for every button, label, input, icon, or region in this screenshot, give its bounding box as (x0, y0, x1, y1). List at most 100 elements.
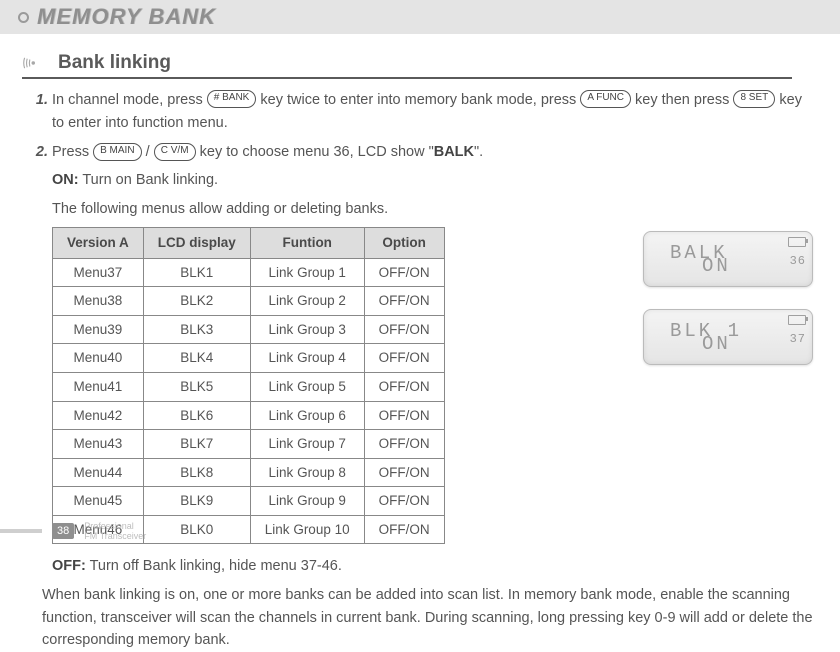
step1-text-a: In channel mode, press (52, 92, 207, 108)
table-cell: BLK8 (143, 458, 250, 487)
table-cell: OFF/ON (364, 430, 444, 459)
on-text: Turn on Bank linking. (79, 172, 218, 188)
table-cell: Menu42 (53, 401, 144, 430)
table-cell: Link Group 4 (250, 344, 364, 373)
table-cell: Link Group 3 (250, 315, 364, 344)
table-cell: OFF/ON (364, 458, 444, 487)
table-cell: Link Group 10 (250, 515, 364, 544)
table-cell: OFF/ON (364, 258, 444, 287)
step2-text-a: Press (52, 144, 93, 160)
table-cell: BLK7 (143, 430, 250, 459)
lcd-b-num: 37 (790, 330, 806, 349)
table-cell: OFF/ON (364, 315, 444, 344)
off-text: Turn off Bank linking, hide menu 37-46. (86, 558, 342, 574)
key-main-icon: B MAIN (93, 143, 141, 161)
table-cell: OFF/ON (364, 401, 444, 430)
table-cell: BLK6 (143, 401, 250, 430)
table-row: Menu40BLK4Link Group 4OFF/ON (53, 344, 445, 373)
step1-text-b: key twice to enter into memory bank mode… (260, 92, 580, 108)
page-number: 38 (52, 523, 74, 539)
page-footer: 38 Professional FM Transceiver (0, 521, 146, 541)
footer-sub1: Professional (84, 521, 146, 531)
battery-icon (788, 315, 806, 325)
table-cell: Menu37 (53, 258, 144, 287)
table-cell: BLK9 (143, 487, 250, 516)
table-row: Menu42BLK6Link Group 6OFF/ON (53, 401, 445, 430)
table-intro: The following menus allow adding or dele… (52, 198, 818, 221)
table-cell: BLK3 (143, 315, 250, 344)
section-title: Bank linking (58, 52, 171, 74)
off-line: OFF: Turn off Bank linking, hide menu 37… (52, 558, 818, 574)
table-cell: Link Group 2 (250, 287, 364, 316)
table-cell: Menu41 (53, 372, 144, 401)
table-cell: BLK1 (143, 258, 250, 287)
table-row: Menu44BLK8Link Group 8OFF/ON (53, 458, 445, 487)
table-cell: Link Group 8 (250, 458, 364, 487)
table-cell: OFF/ON (364, 515, 444, 544)
menu-table: Version A LCD display Funtion Option Men… (52, 227, 445, 545)
step2-text-b: key to choose menu 36, LCD show " (200, 144, 434, 160)
table-cell: BLK4 (143, 344, 250, 373)
key-set-icon: 8 SET (733, 90, 775, 108)
section-underline (22, 77, 792, 79)
footer-bar (0, 529, 42, 533)
step-2: Press B MAIN / C V/M key to choose menu … (52, 141, 818, 544)
lcd-previews: BALK ON 36 BLK 1 ON 37 (643, 231, 818, 365)
th-lcd: LCD display (143, 227, 250, 258)
on-label: ON: (52, 172, 79, 188)
th-version: Version A (53, 227, 144, 258)
chapter-title: MEMORY BANK (37, 4, 216, 30)
key-bank-icon: # BANK (207, 90, 257, 108)
step1-text-c: key then press (635, 92, 733, 108)
lcd-screen-37: BLK 1 ON 37 (643, 309, 813, 365)
footer-sub2: FM Transceiver (84, 531, 146, 541)
th-function: Funtion (250, 227, 364, 258)
step2-text-c: ". (474, 144, 483, 160)
table-cell: OFF/ON (364, 487, 444, 516)
lcd-a-line2: ON (702, 251, 731, 281)
chapter-title-bar: MEMORY BANK (0, 0, 840, 34)
table-header-row: Version A LCD display Funtion Option (53, 227, 445, 258)
step-1: In channel mode, press # BANK key twice … (52, 89, 818, 135)
table-cell: BLK0 (143, 515, 250, 544)
table-cell: Menu39 (53, 315, 144, 344)
table-cell: Link Group 9 (250, 487, 364, 516)
table-cell: OFF/ON (364, 287, 444, 316)
table-cell: Link Group 1 (250, 258, 364, 287)
signal-icon (22, 54, 48, 72)
lcd-a-num: 36 (790, 252, 806, 271)
table-cell: Menu43 (53, 430, 144, 459)
table-cell: Menu44 (53, 458, 144, 487)
table-cell: Link Group 7 (250, 430, 364, 459)
footer-subtitle: Professional FM Transceiver (84, 521, 146, 541)
table-cell: Menu45 (53, 487, 144, 516)
step-list: In channel mode, press # BANK key twice … (32, 89, 818, 544)
on-line: ON: Turn on Bank linking. (52, 169, 818, 192)
bank-linking-paragraph: When bank linking is on, one or more ban… (42, 584, 818, 651)
table-cell: Menu40 (53, 344, 144, 373)
table-cell: OFF/ON (364, 372, 444, 401)
table-cell: BLK2 (143, 287, 250, 316)
lcd-screen-36: BALK ON 36 (643, 231, 813, 287)
table-cell: Link Group 5 (250, 372, 364, 401)
key-vm-icon: C V/M (154, 143, 196, 161)
step2-slash: / (146, 144, 154, 160)
bullet-icon (18, 12, 29, 23)
table-cell: Link Group 6 (250, 401, 364, 430)
table-row: Menu38BLK2Link Group 2OFF/ON (53, 287, 445, 316)
table-row: Menu41BLK5Link Group 5OFF/ON (53, 372, 445, 401)
section-heading: Bank linking (22, 52, 818, 74)
table-cell: BLK5 (143, 372, 250, 401)
table-row: Menu39BLK3Link Group 3OFF/ON (53, 315, 445, 344)
battery-icon (788, 237, 806, 247)
off-label: OFF: (52, 558, 86, 574)
th-option: Option (364, 227, 444, 258)
table-cell: OFF/ON (364, 344, 444, 373)
table-row: Menu45BLK9Link Group 9OFF/ON (53, 487, 445, 516)
table-row: Menu37BLK1Link Group 1OFF/ON (53, 258, 445, 287)
step2-balk: BALK (434, 144, 474, 160)
key-func-icon: A FUNC (580, 90, 631, 108)
table-row: Menu43BLK7Link Group 7OFF/ON (53, 430, 445, 459)
lcd-b-line2: ON (702, 329, 731, 359)
table-cell: Menu38 (53, 287, 144, 316)
